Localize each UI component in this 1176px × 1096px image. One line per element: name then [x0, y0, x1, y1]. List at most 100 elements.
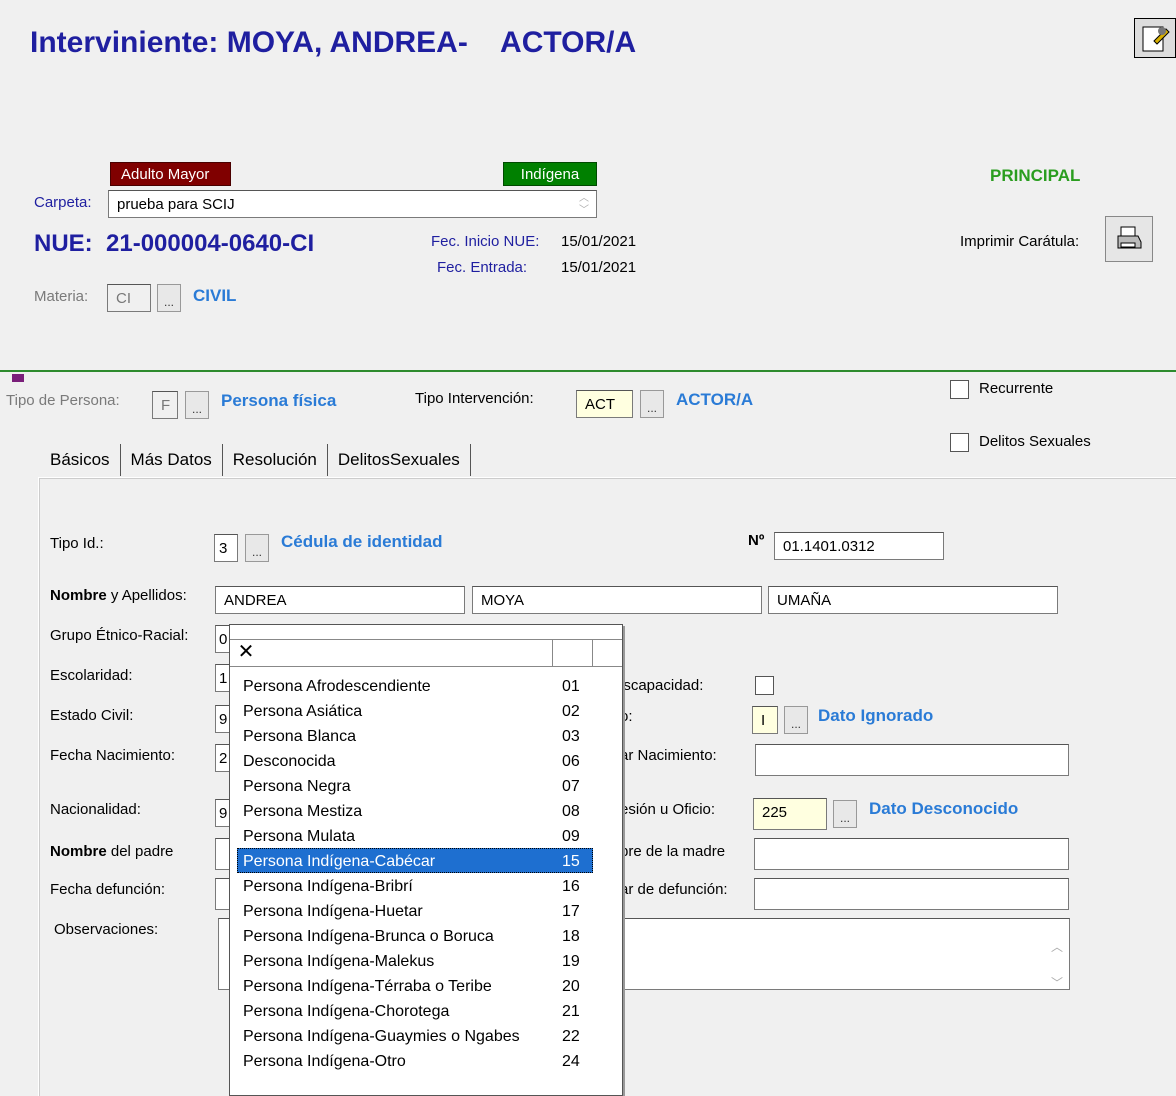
scroll-up-icon[interactable]: ︿ [576, 193, 592, 205]
edit-icon [1142, 26, 1170, 52]
sexo-desc: Dato Ignorado [818, 706, 934, 725]
escolaridad-label: Escolaridad: [50, 667, 133, 684]
dropdown-option[interactable]: Persona Indígena-Chorotega 21 [237, 998, 593, 1023]
option-code: 09 [562, 828, 580, 845]
lugar-defuncion-field[interactable] [754, 878, 1069, 910]
recurrente-checkbox[interactable] [950, 380, 969, 399]
page-title: Interviniente: MOYA, ANDREA- ACTOR/A [30, 26, 637, 59]
dropdown-option[interactable]: Persona Asiática 02 [237, 698, 593, 723]
option-code: 03 [562, 728, 580, 745]
observaciones-scroll: ︿ ﹀ [1049, 929, 1065, 989]
lugar-defuncion-label: ar de defunción: [620, 881, 728, 898]
apellido1-field[interactable]: MOYA [472, 586, 762, 614]
sexo-code[interactable]: I [752, 706, 778, 734]
observaciones-label: Observaciones: [54, 921, 159, 938]
dropdown-option[interactable]: Persona Blanca 03 [237, 723, 593, 748]
option-name: Persona Mulata [243, 828, 356, 845]
option-name: Persona Afrodescendiente [243, 678, 431, 695]
numero-label: Nº [748, 532, 765, 549]
nombre-label-rest: y Apellidos: [106, 587, 187, 604]
option-code: 16 [562, 878, 580, 895]
fec-inicio-label: Fec. Inicio NUE: [431, 233, 540, 250]
tipo-persona-desc: Persona física [221, 391, 337, 410]
principal-label: PRINCIPAL [990, 166, 1081, 185]
madre-label: bre de la madre [620, 843, 726, 860]
fecha-defuncion-label: Fecha defunción: [50, 881, 166, 898]
tipo-id-lookup[interactable]: ... [245, 534, 269, 562]
dropdown-option[interactable]: Persona Mulata 09 [237, 823, 593, 848]
tab-basicos[interactable]: Básicos [40, 444, 121, 476]
discapacidad-checkbox[interactable] [755, 676, 774, 695]
dropdown-option[interactable]: Desconocida 06 [237, 748, 593, 773]
option-code: 02 [562, 703, 580, 720]
scroll-up-icon[interactable]: ︿ [1049, 929, 1065, 965]
tipo-persona-lookup[interactable]: ... [185, 391, 209, 419]
option-code: 15 [562, 853, 580, 870]
dropdown-option[interactable]: Persona Indígena-Otro 24 [237, 1048, 593, 1073]
dropdown-option[interactable]: Persona Indígena-Brunca o Boruca 18 [237, 923, 593, 948]
carpeta-value: prueba para SCIJ [117, 196, 235, 213]
option-name: Persona Mestiza [243, 803, 363, 820]
scroll-down-icon[interactable]: ﹀ [1049, 965, 1065, 989]
tipo-intervencion-lookup[interactable]: ... [640, 390, 664, 418]
materia-desc: CIVIL [193, 286, 237, 305]
option-name: Persona Indígena-Cabécar [243, 853, 436, 870]
col-divider [552, 640, 553, 666]
option-code: 24 [562, 1053, 580, 1070]
tipo-persona-code[interactable]: F [152, 391, 178, 419]
nue-value: 21-000004-0640-CI [106, 230, 315, 257]
delitos-sexuales-checkbox[interactable] [950, 433, 969, 452]
close-icon[interactable]: ✕ [235, 642, 257, 664]
apellido2-field[interactable]: UMAÑA [768, 586, 1058, 614]
option-code: 17 [562, 903, 580, 920]
option-name: Persona Indígena-Chorotega [243, 1003, 450, 1020]
grupo-etnico-label: Grupo Étnico-Racial: [50, 627, 189, 644]
tab-mas-datos[interactable]: Más Datos [121, 444, 223, 476]
dropdown-option[interactable]: Persona Indígena-Cabécar 15 [237, 848, 593, 873]
dropdown-option[interactable]: Persona Afrodescendiente 01 [237, 673, 593, 698]
tipo-intervencion-code[interactable]: ACT [576, 390, 633, 418]
tipo-id-code[interactable]: 3 [214, 534, 238, 562]
option-name: Persona Indígena-Brunca o Boruca [243, 928, 494, 945]
dropdown-list: Persona Afrodescendiente 01 Persona Asiáti… [237, 673, 593, 1073]
dropdown-option[interactable]: Persona Indígena-Térraba o Teribe 20 [237, 973, 593, 998]
lugar-nacimiento-field[interactable] [755, 744, 1069, 776]
option-code: 21 [562, 1003, 580, 1020]
materia-lookup-button[interactable]: ... [157, 284, 181, 312]
edit-button[interactable] [1134, 18, 1176, 58]
option-name: Desconocida [243, 753, 336, 770]
dropdown-option[interactable]: Persona Indígena-Huetar 17 [237, 898, 593, 923]
tipo-id-desc: Cédula de identidad [281, 532, 443, 551]
padre-label: Nombre del padre [50, 843, 173, 860]
option-code: 20 [562, 978, 580, 995]
dropdown-option[interactable]: Persona Mestiza 08 [237, 798, 593, 823]
nombre-field[interactable]: ANDREA [215, 586, 465, 614]
option-name: Persona Negra [243, 778, 351, 795]
imprimir-label: Imprimir Carátula: [960, 233, 1080, 250]
dropdown-option[interactable]: Persona Indígena-Malekus 19 [237, 948, 593, 973]
tab-resolucion[interactable]: Resolución [223, 444, 328, 476]
print-button[interactable] [1105, 216, 1153, 262]
option-name: Persona Indígena-Guaymies o Ngabes [243, 1028, 520, 1045]
dropdown-option[interactable]: Persona Indígena-Guaymies o Ngabes 22 [237, 1023, 593, 1048]
option-name: Persona Indígena-Malekus [243, 953, 435, 970]
profesion-lookup[interactable]: ... [833, 800, 857, 828]
scroll-down-icon[interactable]: ﹀ [576, 205, 592, 217]
dropdown-option[interactable]: Persona Indígena-Bribrí 16 [237, 873, 593, 898]
carpeta-field[interactable]: prueba para SCIJ ︿ ﹀ [108, 190, 597, 218]
sexo-lookup[interactable]: ... [784, 706, 808, 734]
tipo-intervencion-desc: ACTOR/A [676, 390, 754, 409]
padre-label-rest: del padre [106, 843, 174, 860]
scroll-arrows: ︿ ﹀ [576, 193, 592, 217]
profesion-code[interactable]: 225 [753, 798, 827, 830]
materia-code-field[interactable]: CI [107, 284, 151, 312]
nacionalidad-label: Nacionalidad: [50, 801, 141, 818]
nombre-label-bold: Nombre [50, 587, 107, 604]
option-code: 06 [562, 753, 580, 770]
option-code: 19 [562, 953, 580, 970]
tab-delitos-sexuales[interactable]: DelitosSexuales [328, 444, 471, 476]
numero-field[interactable]: 01.1401.0312 [774, 532, 944, 560]
profesion-label: esión u Oficio: [620, 801, 716, 818]
madre-field[interactable] [754, 838, 1069, 870]
dropdown-option[interactable]: Persona Negra 07 [237, 773, 593, 798]
